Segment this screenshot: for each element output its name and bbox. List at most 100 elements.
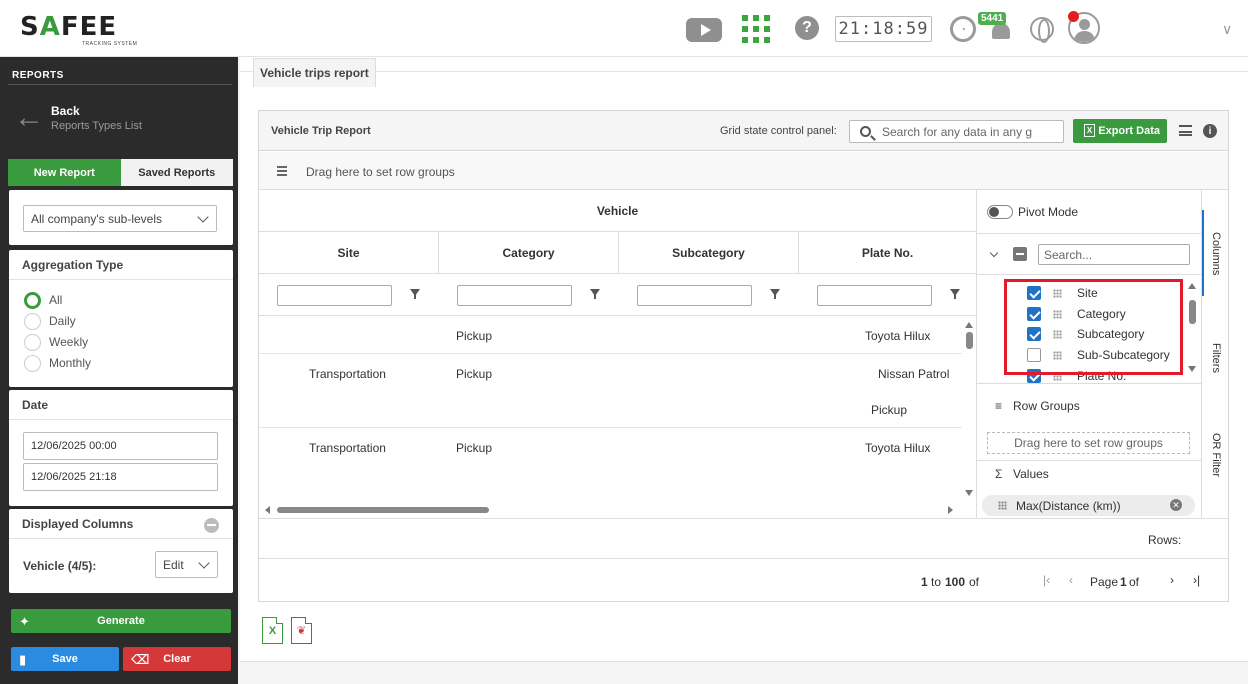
row-groups-drop-zone[interactable]: Drag here to set row groups: [987, 432, 1190, 454]
filter-icon[interactable]: [770, 289, 780, 299]
filter-input-subcategory[interactable]: [637, 285, 752, 306]
chevron-down-icon[interactable]: [989, 248, 999, 258]
column-header-subcategory[interactable]: Subcategory: [619, 232, 799, 274]
export-data-button[interactable]: X Export Data: [1073, 119, 1167, 143]
displayed-columns-card: Displayed Columns Vehicle (4/5): Edit: [9, 509, 233, 593]
scroll-up-icon[interactable]: [1188, 283, 1196, 289]
drag-handle-icon[interactable]: [998, 501, 1007, 510]
scroll-right-icon[interactable]: [948, 506, 953, 514]
apps-grid-icon[interactable]: [742, 15, 770, 43]
rail-tab-filters[interactable]: Filters: [1207, 343, 1225, 373]
cell-category: Pickup: [456, 367, 493, 381]
info-icon[interactable]: i: [1203, 124, 1217, 138]
logo-letter-s: S: [20, 12, 40, 42]
bottom-strip: [240, 663, 1248, 684]
prev-page-button[interactable]: ‹: [1069, 573, 1073, 587]
generate-button[interactable]: ✦ Generate: [11, 609, 231, 633]
radio-button[interactable]: [24, 333, 41, 351]
radio-button[interactable]: [24, 312, 41, 330]
row-group-bar[interactable]: Drag here to set row groups: [259, 152, 1228, 190]
scroll-down-icon[interactable]: [1188, 366, 1196, 372]
cell-category: Pickup: [456, 441, 493, 455]
horizontal-scrollbar[interactable]: [259, 501, 962, 518]
grid-search-placeholder: Search for any data in any g: [882, 124, 1033, 139]
last-page-button[interactable]: ›|: [1193, 573, 1200, 587]
collapse-icon[interactable]: [204, 518, 219, 533]
values-title: Values: [1013, 467, 1049, 481]
value-chip[interactable]: Max(Distance (km)) ✕: [982, 495, 1195, 516]
filter-input-category[interactable]: [457, 285, 572, 306]
levels-select[interactable]: All company's sub-levels: [23, 205, 217, 232]
help-icon[interactable]: ?: [795, 16, 819, 40]
aggregation-title: Aggregation Type: [22, 258, 124, 272]
clear-button[interactable]: ⌫ Clear: [123, 647, 231, 671]
vertical-scrollbar[interactable]: [962, 316, 976, 501]
columns-search-input[interactable]: Search...: [1038, 244, 1190, 265]
tab-vehicle-trips-report[interactable]: Vehicle trips report: [253, 58, 376, 87]
columns-tool-panel: Pivot Mode Search... Site Category Subca…: [977, 190, 1201, 518]
column-header-category[interactable]: Category: [439, 232, 619, 274]
column-header-site[interactable]: Site: [259, 232, 439, 274]
tab-saved-reports[interactable]: Saved Reports: [120, 159, 233, 186]
table-row[interactable]: Transportation Pickup Nissan Patrol Pick…: [259, 354, 962, 428]
rows-label: Rows:: [1148, 533, 1182, 547]
radio-monthly[interactable]: Monthly: [24, 354, 91, 372]
edit-columns-select[interactable]: Edit: [155, 551, 218, 578]
filter-icon[interactable]: [950, 289, 960, 299]
tab-rule: [240, 71, 1248, 72]
highlight-box: [1004, 279, 1183, 375]
youtube-icon[interactable]: [686, 18, 722, 42]
scroll-up-icon[interactable]: [965, 322, 973, 328]
scroll-left-icon[interactable]: [265, 506, 270, 514]
table-row[interactable]: Transportation Pickup Toyota Hilux: [259, 428, 962, 466]
date-to-field[interactable]: 12/06/2025 21:18: [23, 463, 218, 491]
filter-input-plate[interactable]: [817, 285, 932, 306]
next-page-button[interactable]: ›: [1170, 573, 1174, 587]
cell-category: Pickup: [456, 329, 493, 343]
pdf-file-icon[interactable]: ❦: [291, 617, 312, 644]
filter-icon[interactable]: [590, 289, 600, 299]
back-link[interactable]: Back: [51, 104, 80, 118]
chevron-down-icon: [198, 557, 210, 569]
save-button[interactable]: ▮ Save: [11, 647, 119, 671]
rail-tab-or-filter[interactable]: OR Filter: [1207, 433, 1225, 477]
first-page-button[interactable]: |‹: [1043, 573, 1050, 587]
page-of: of: [1129, 575, 1140, 589]
grid-search-input[interactable]: Search for any data in any g: [849, 120, 1064, 143]
date-card: Date 12/06/2025 00:00 12/06/2025 21:18: [9, 390, 233, 506]
pivot-mode-toggle[interactable]: [987, 205, 1013, 219]
filter-input-site[interactable]: [277, 285, 392, 306]
radio-all[interactable]: All: [24, 291, 62, 309]
select-all-checkbox[interactable]: [1013, 247, 1027, 261]
speedometer-icon[interactable]: ◔: [950, 16, 976, 42]
radio-weekly[interactable]: Weekly: [24, 333, 88, 351]
column-group-header: Vehicle: [259, 190, 976, 232]
grid-state-label: Grid state control panel:: [720, 125, 837, 137]
scroll-thumb[interactable]: [277, 507, 489, 513]
scroll-down-icon[interactable]: [965, 490, 973, 496]
cell-site: Transportation: [309, 441, 386, 455]
generate-label: Generate: [97, 615, 145, 627]
back-subtitle[interactable]: Reports Types List: [51, 120, 142, 132]
close-icon[interactable]: ✕: [1170, 499, 1182, 511]
back-arrow-icon[interactable]: ←: [14, 103, 44, 133]
tab-new-report[interactable]: New Report: [8, 159, 121, 186]
chevron-down-icon[interactable]: ∨: [1222, 21, 1234, 37]
globe-icon[interactable]: [1030, 17, 1054, 43]
radio-daily[interactable]: Daily: [24, 312, 76, 330]
scroll-thumb[interactable]: [966, 332, 973, 349]
clear-label: Clear: [163, 653, 191, 665]
radio-button[interactable]: [24, 291, 41, 309]
table-row[interactable]: Pickup Toyota Hilux: [259, 316, 962, 354]
cell-plate: Toyota Hilux: [865, 329, 931, 343]
column-header-plate-no[interactable]: Plate No.: [799, 232, 976, 274]
menu-icon[interactable]: [1179, 125, 1192, 136]
date-from-field[interactable]: 12/06/2025 00:00: [23, 432, 218, 460]
radio-button[interactable]: [24, 354, 41, 372]
rail-tab-columns[interactable]: Columns: [1207, 232, 1225, 275]
scroll-thumb[interactable]: [1189, 300, 1196, 324]
radio-label: Weekly: [49, 335, 89, 349]
filter-icon[interactable]: [410, 289, 420, 299]
excel-file-icon[interactable]: X: [262, 617, 283, 644]
safee-logo[interactable]: SAFEE TRACKING SYSTEM: [20, 12, 137, 47]
